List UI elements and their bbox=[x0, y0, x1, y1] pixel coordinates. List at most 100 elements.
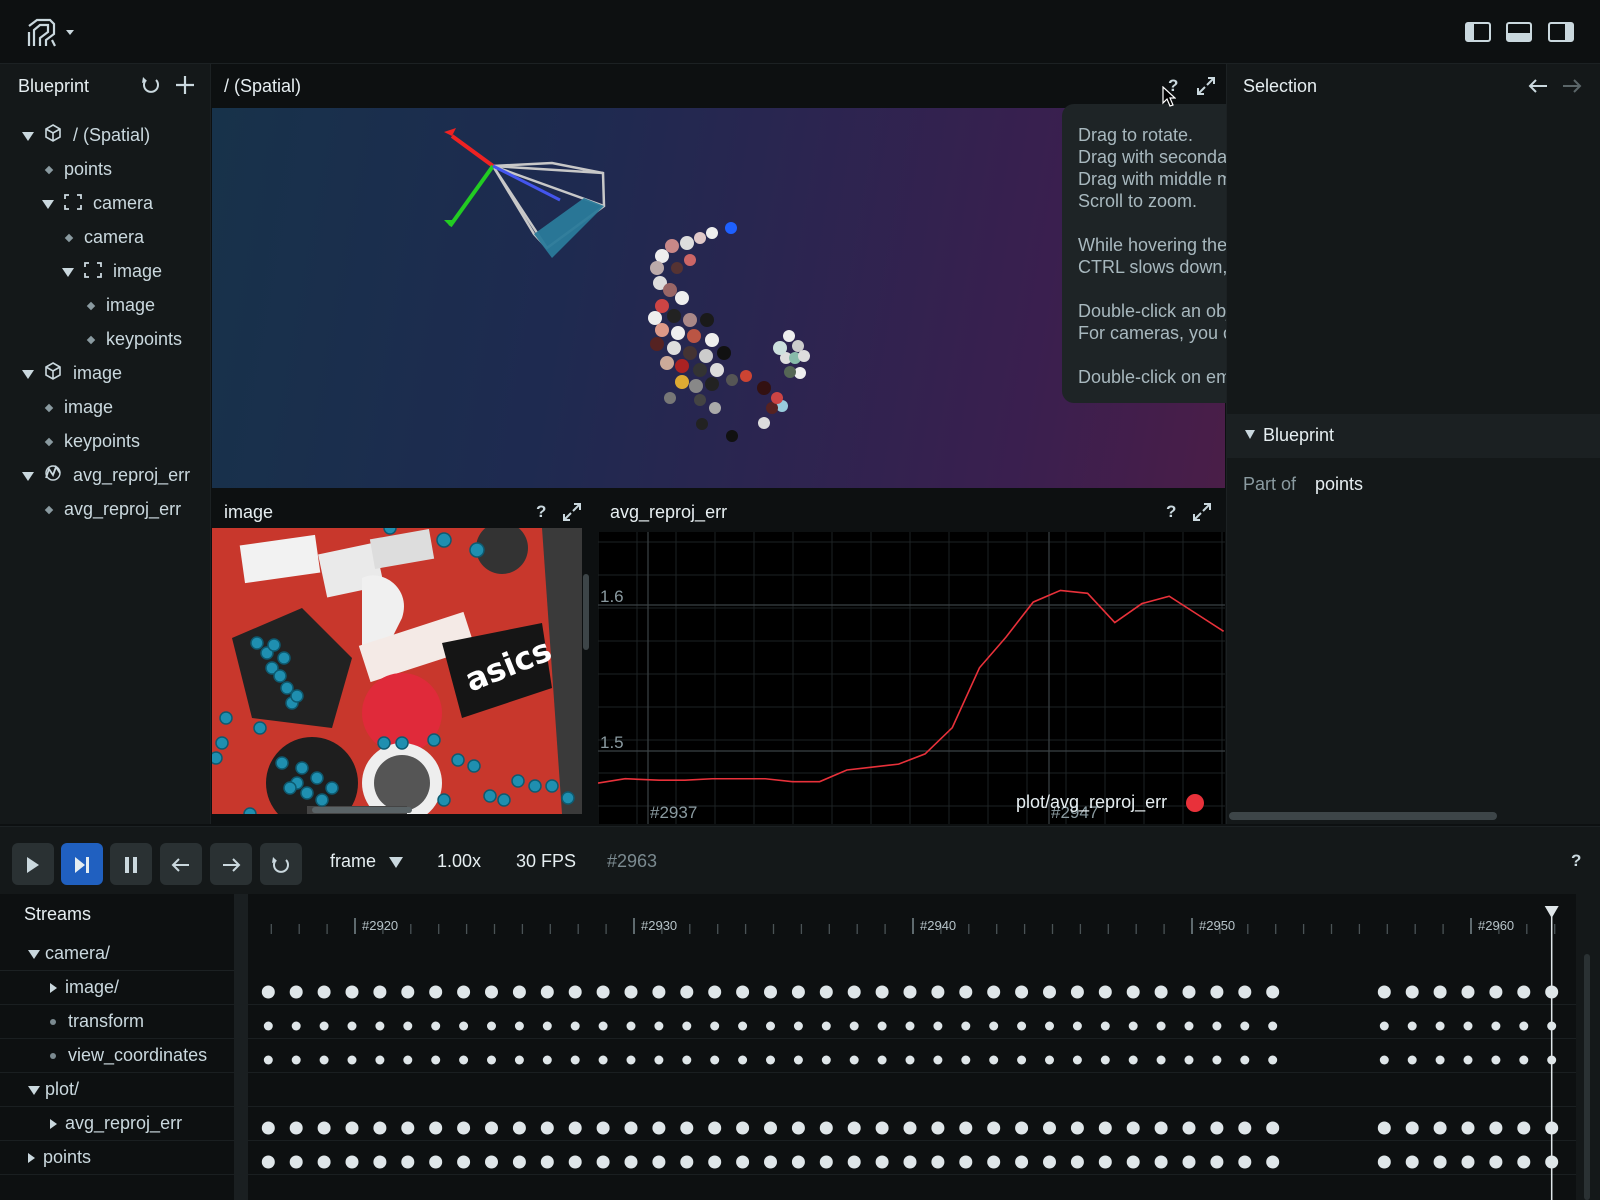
timeline-event-dot bbox=[1266, 1121, 1280, 1135]
help-icon[interactable]: ? bbox=[1571, 851, 1581, 871]
timeline-event-dot bbox=[568, 1155, 582, 1169]
playback-speed[interactable]: 1.00x bbox=[437, 851, 481, 872]
stream-row-camera[interactable]: camera/ bbox=[28, 936, 110, 970]
timeline-event-dot bbox=[989, 1055, 999, 1065]
timeline-event-dot bbox=[1266, 985, 1280, 999]
stream-row-avg-reproj-err[interactable]: avg_reproj_err bbox=[50, 1106, 182, 1140]
stream-row-points[interactable]: points bbox=[28, 1140, 91, 1174]
expand-icon[interactable] bbox=[50, 1119, 57, 1130]
timeline-event-dot bbox=[347, 1021, 357, 1031]
timeline-event-dot bbox=[624, 985, 638, 999]
timeline-event-dot bbox=[1379, 1021, 1389, 1031]
tick-label: #2960 bbox=[1478, 918, 1515, 933]
timeline-event-dot bbox=[931, 1155, 945, 1169]
collapse-icon[interactable] bbox=[22, 471, 34, 481]
help-icon[interactable]: ? bbox=[536, 502, 546, 522]
timeline-event-dot bbox=[847, 1121, 861, 1135]
step-forward-button[interactable] bbox=[210, 843, 252, 885]
timeline-event-dot bbox=[540, 1155, 554, 1169]
tick-label: #2940 bbox=[920, 918, 957, 933]
timeline-ruler[interactable] bbox=[248, 894, 1578, 1200]
rerun-logo-icon[interactable] bbox=[26, 18, 76, 53]
arrow-forward-icon[interactable] bbox=[1561, 76, 1583, 101]
tree-item-plot-view[interactable]: avg_reproj_err bbox=[22, 458, 190, 492]
step-back-button[interactable] bbox=[160, 843, 202, 885]
spatial-view-title[interactable]: / (Spatial) bbox=[224, 76, 301, 97]
timeline-event-dot bbox=[626, 1055, 636, 1065]
plot-canvas[interactable]: 1.6 1.5 #2937 #2947 plot/avg_reproj_err bbox=[598, 532, 1225, 824]
maximize-icon[interactable] bbox=[1196, 76, 1216, 101]
current-frame[interactable]: #2963 bbox=[607, 851, 657, 872]
plot-view-header: avg_reproj_err ? bbox=[598, 490, 1225, 534]
timeline-value: frame bbox=[330, 851, 377, 871]
toggle-left-panel-icon[interactable] bbox=[1465, 22, 1491, 47]
collapse-icon[interactable] bbox=[62, 267, 74, 277]
tree-item-camera-group[interactable]: camera bbox=[42, 186, 153, 220]
selection-blueprint-section[interactable]: Blueprint bbox=[1227, 414, 1600, 458]
timeline-event-dot bbox=[1268, 1055, 1278, 1065]
toggle-right-panel-icon[interactable] bbox=[1548, 22, 1574, 47]
timeline-event-dot bbox=[847, 985, 861, 999]
image-vertical-scrollbar[interactable] bbox=[583, 574, 589, 650]
add-view-icon[interactable] bbox=[174, 74, 196, 101]
stream-row-transform[interactable]: transform bbox=[50, 1004, 144, 1038]
tree-item-keypoints[interactable]: keypoints bbox=[86, 322, 182, 356]
pause-button[interactable] bbox=[110, 843, 152, 885]
loop-button[interactable] bbox=[260, 843, 302, 885]
tree-item-image-view[interactable]: image bbox=[22, 356, 122, 390]
stream-label: points bbox=[43, 1147, 92, 1167]
fps-field[interactable]: 30 FPS bbox=[516, 851, 576, 872]
selection-scrollbar[interactable] bbox=[1229, 812, 1497, 820]
timeline-event-dot bbox=[317, 1121, 331, 1135]
plot-view-title[interactable]: avg_reproj_err bbox=[610, 502, 727, 523]
stream-row-view-coordinates[interactable]: view_coordinates bbox=[50, 1038, 207, 1072]
stream-row-image[interactable]: image/ bbox=[50, 970, 119, 1004]
timeline-event-dot bbox=[1238, 985, 1252, 999]
stream-row-plot[interactable]: plot/ bbox=[28, 1072, 79, 1106]
horizontal-scrollbar[interactable] bbox=[312, 807, 412, 813]
reset-blueprint-icon[interactable] bbox=[140, 75, 162, 102]
play-button[interactable] bbox=[12, 843, 54, 885]
timeline-event-dot bbox=[347, 1055, 357, 1065]
collapse-icon[interactable] bbox=[1245, 430, 1255, 439]
tree-item-avg-reproj-err[interactable]: avg_reproj_err bbox=[44, 492, 181, 526]
tree-item-camera[interactable]: camera bbox=[64, 220, 144, 254]
timeline-event-dot bbox=[961, 1055, 971, 1065]
timeline-event-dot bbox=[1184, 1021, 1194, 1031]
tree-item-keypoints-2[interactable]: keypoints bbox=[44, 424, 140, 458]
part-of-value[interactable]: points bbox=[1315, 474, 1363, 495]
maximize-icon[interactable] bbox=[562, 502, 582, 527]
expand-icon[interactable] bbox=[50, 983, 57, 994]
timeline-event-dot bbox=[680, 1155, 694, 1169]
timeline-select[interactable]: frame bbox=[330, 851, 404, 872]
timeline-event-dot bbox=[680, 1121, 694, 1135]
tree-item-image-group[interactable]: image bbox=[62, 254, 162, 288]
help-icon[interactable]: ? bbox=[1166, 502, 1176, 522]
toggle-bottom-panel-icon[interactable] bbox=[1506, 22, 1532, 47]
tree-item-spatial-view[interactable]: / (Spatial) bbox=[22, 118, 150, 152]
image-canvas[interactable]: asics bbox=[212, 528, 582, 814]
timeline-event-dot bbox=[821, 1021, 831, 1031]
timeline-event-dot bbox=[708, 1121, 722, 1135]
streams-scrollbar[interactable] bbox=[1584, 954, 1590, 1200]
streams-title: Streams bbox=[24, 904, 92, 924]
timeline-event-dot bbox=[877, 1055, 887, 1065]
expand-icon[interactable] bbox=[28, 1153, 35, 1164]
collapse-icon[interactable] bbox=[22, 369, 34, 379]
tree-item-image-2[interactable]: image bbox=[44, 390, 113, 424]
follow-button[interactable] bbox=[61, 843, 103, 885]
timeline-event-dot bbox=[429, 1121, 443, 1135]
maximize-icon[interactable] bbox=[1192, 502, 1212, 527]
collapse-icon[interactable] bbox=[22, 131, 34, 141]
timeline-event-dot bbox=[1182, 1155, 1196, 1169]
timeline-event-dot bbox=[487, 1021, 496, 1031]
tree-item-points[interactable]: points bbox=[44, 152, 112, 186]
timeline-event-dot bbox=[652, 1121, 666, 1135]
image-view-title[interactable]: image bbox=[224, 502, 273, 523]
timeline-event-dot bbox=[987, 1155, 1001, 1169]
timeline-event-dot bbox=[373, 1121, 387, 1135]
tree-item-image[interactable]: image bbox=[86, 288, 155, 322]
arrow-back-icon[interactable] bbox=[1527, 76, 1549, 101]
collapse-icon[interactable] bbox=[42, 199, 54, 209]
timeline-event-dot bbox=[905, 1055, 915, 1065]
